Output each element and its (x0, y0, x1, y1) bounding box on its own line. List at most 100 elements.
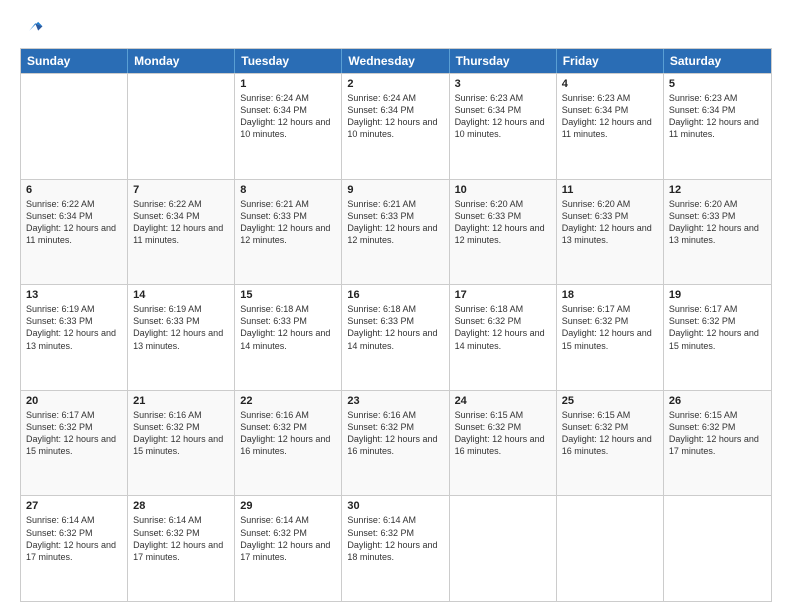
calendar-row: 1 Sunrise: 6:24 AM Sunset: 6:34 PM Daylig… (21, 73, 771, 179)
calendar-header-cell: Thursday (450, 49, 557, 73)
cell-info: Sunrise: 6:16 AM Sunset: 6:32 PM Dayligh… (240, 409, 336, 458)
cell-info: Sunrise: 6:23 AM Sunset: 6:34 PM Dayligh… (669, 92, 766, 141)
cell-day-number: 10 (455, 184, 551, 196)
calendar-cell: 25 Sunrise: 6:15 AM Sunset: 6:32 PM Dayli… (557, 391, 664, 496)
calendar-cell (450, 496, 557, 601)
calendar-header-cell: Friday (557, 49, 664, 73)
cell-day-number: 27 (26, 500, 122, 512)
cell-info: Sunrise: 6:23 AM Sunset: 6:34 PM Dayligh… (562, 92, 658, 141)
calendar-row: 13 Sunrise: 6:19 AM Sunset: 6:33 PM Dayli… (21, 284, 771, 390)
calendar-cell: 4 Sunrise: 6:23 AM Sunset: 6:34 PM Daylig… (557, 74, 664, 179)
cell-info: Sunrise: 6:17 AM Sunset: 6:32 PM Dayligh… (669, 303, 766, 352)
cell-info: Sunrise: 6:21 AM Sunset: 6:33 PM Dayligh… (240, 198, 336, 247)
page: SundayMondayTuesdayWednesdayThursdayFrid… (0, 0, 792, 612)
calendar-cell: 26Sunrise: 6:15 AM Sunset: 6:32 PM Dayli… (664, 391, 771, 496)
calendar-cell: 3Sunrise: 6:23 AM Sunset: 6:34 PM Daylig… (450, 74, 557, 179)
calendar-cell (557, 496, 664, 601)
calendar-cell: 13 Sunrise: 6:19 AM Sunset: 6:33 PM Dayli… (21, 285, 128, 390)
calendar-cell: 19 Sunrise: 6:17 AM Sunset: 6:32 PM Dayli… (664, 285, 771, 390)
cell-info: Sunrise: 6:20 AM Sunset: 6:33 PM Dayligh… (455, 198, 551, 247)
calendar-body: 1 Sunrise: 6:24 AM Sunset: 6:34 PM Daylig… (21, 73, 771, 601)
logo (20, 16, 44, 38)
cell-day-number: 19 (669, 289, 766, 301)
cell-day-number: 25 (562, 395, 658, 407)
calendar-cell: 27 Sunrise: 6:14 AM Sunset: 6:32 PM Dayli… (21, 496, 128, 601)
calendar-cell: 5 Sunrise: 6:23 AM Sunset: 6:34 PM Daylig… (664, 74, 771, 179)
cell-day-number: 17 (455, 289, 551, 301)
cell-day-number: 9 (347, 184, 443, 196)
cell-info: Sunrise: 6:14 AM Sunset: 6:32 PM Dayligh… (26, 514, 122, 563)
cell-day-number: 4 (562, 78, 658, 90)
calendar-cell: 20Sunrise: 6:17 AM Sunset: 6:32 PM Dayli… (21, 391, 128, 496)
cell-info: Sunrise: 6:21 AM Sunset: 6:33 PM Dayligh… (347, 198, 443, 247)
cell-day-number: 2 (347, 78, 443, 90)
calendar-cell: 1 Sunrise: 6:24 AM Sunset: 6:34 PM Daylig… (235, 74, 342, 179)
cell-day-number: 16 (347, 289, 443, 301)
cell-day-number: 15 (240, 289, 336, 301)
calendar-cell: 30Sunrise: 6:14 AM Sunset: 6:32 PM Dayli… (342, 496, 449, 601)
calendar-cell: 21Sunrise: 6:16 AM Sunset: 6:32 PM Dayli… (128, 391, 235, 496)
calendar-cell: 28 Sunrise: 6:14 AM Sunset: 6:32 PM Dayli… (128, 496, 235, 601)
calendar-cell: 17Sunrise: 6:18 AM Sunset: 6:32 PM Dayli… (450, 285, 557, 390)
cell-info: Sunrise: 6:22 AM Sunset: 6:34 PM Dayligh… (133, 198, 229, 247)
cell-day-number: 30 (347, 500, 443, 512)
calendar-cell: 22Sunrise: 6:16 AM Sunset: 6:32 PM Dayli… (235, 391, 342, 496)
cell-info: Sunrise: 6:15 AM Sunset: 6:32 PM Dayligh… (455, 409, 551, 458)
cell-day-number: 5 (669, 78, 766, 90)
cell-info: Sunrise: 6:24 AM Sunset: 6:34 PM Dayligh… (347, 92, 443, 141)
cell-info: Sunrise: 6:14 AM Sunset: 6:32 PM Dayligh… (240, 514, 336, 563)
calendar: SundayMondayTuesdayWednesdayThursdayFrid… (20, 48, 772, 602)
calendar-header-cell: Tuesday (235, 49, 342, 73)
calendar-cell: 29 Sunrise: 6:14 AM Sunset: 6:32 PM Dayli… (235, 496, 342, 601)
cell-info: Sunrise: 6:16 AM Sunset: 6:32 PM Dayligh… (347, 409, 443, 458)
calendar-row: 27 Sunrise: 6:14 AM Sunset: 6:32 PM Dayli… (21, 495, 771, 601)
cell-day-number: 11 (562, 184, 658, 196)
cell-info: Sunrise: 6:15 AM Sunset: 6:32 PM Dayligh… (562, 409, 658, 458)
calendar-header-row: SundayMondayTuesdayWednesdayThursdayFrid… (21, 49, 771, 73)
cell-info: Sunrise: 6:19 AM Sunset: 6:33 PM Dayligh… (26, 303, 122, 352)
calendar-cell: 18 Sunrise: 6:17 AM Sunset: 6:32 PM Dayli… (557, 285, 664, 390)
calendar-row: 6 Sunrise: 6:22 AM Sunset: 6:34 PM Daylig… (21, 179, 771, 285)
calendar-cell: 8 Sunrise: 6:21 AM Sunset: 6:33 PM Daylig… (235, 180, 342, 285)
cell-info: Sunrise: 6:24 AM Sunset: 6:34 PM Dayligh… (240, 92, 336, 141)
logo-bird-icon (22, 16, 44, 38)
cell-day-number: 29 (240, 500, 336, 512)
cell-day-number: 8 (240, 184, 336, 196)
cell-day-number: 12 (669, 184, 766, 196)
calendar-cell (664, 496, 771, 601)
cell-day-number: 14 (133, 289, 229, 301)
cell-day-number: 21 (133, 395, 229, 407)
calendar-cell: 11 Sunrise: 6:20 AM Sunset: 6:33 PM Dayli… (557, 180, 664, 285)
calendar-header-cell: Sunday (21, 49, 128, 73)
calendar-cell (128, 74, 235, 179)
calendar-row: 20Sunrise: 6:17 AM Sunset: 6:32 PM Dayli… (21, 390, 771, 496)
calendar-cell: 16 Sunrise: 6:18 AM Sunset: 6:33 PM Dayli… (342, 285, 449, 390)
cell-day-number: 18 (562, 289, 658, 301)
cell-info: Sunrise: 6:18 AM Sunset: 6:33 PM Dayligh… (240, 303, 336, 352)
calendar-cell: 12Sunrise: 6:20 AM Sunset: 6:33 PM Dayli… (664, 180, 771, 285)
calendar-cell (21, 74, 128, 179)
cell-info: Sunrise: 6:18 AM Sunset: 6:33 PM Dayligh… (347, 303, 443, 352)
cell-info: Sunrise: 6:22 AM Sunset: 6:34 PM Dayligh… (26, 198, 122, 247)
cell-day-number: 1 (240, 78, 336, 90)
calendar-cell: 15 Sunrise: 6:18 AM Sunset: 6:33 PM Dayli… (235, 285, 342, 390)
cell-day-number: 28 (133, 500, 229, 512)
cell-day-number: 3 (455, 78, 551, 90)
calendar-cell: 9 Sunrise: 6:21 AM Sunset: 6:33 PM Daylig… (342, 180, 449, 285)
cell-day-number: 13 (26, 289, 122, 301)
logo-text (20, 16, 44, 38)
cell-day-number: 24 (455, 395, 551, 407)
calendar-header-cell: Monday (128, 49, 235, 73)
cell-info: Sunrise: 6:20 AM Sunset: 6:33 PM Dayligh… (562, 198, 658, 247)
cell-info: Sunrise: 6:17 AM Sunset: 6:32 PM Dayligh… (562, 303, 658, 352)
calendar-cell: 10 Sunrise: 6:20 AM Sunset: 6:33 PM Dayli… (450, 180, 557, 285)
cell-day-number: 23 (347, 395, 443, 407)
calendar-cell: 24 Sunrise: 6:15 AM Sunset: 6:32 PM Dayli… (450, 391, 557, 496)
calendar-header-cell: Wednesday (342, 49, 449, 73)
cell-info: Sunrise: 6:17 AM Sunset: 6:32 PM Dayligh… (26, 409, 122, 458)
cell-info: Sunrise: 6:19 AM Sunset: 6:33 PM Dayligh… (133, 303, 229, 352)
cell-info: Sunrise: 6:14 AM Sunset: 6:32 PM Dayligh… (133, 514, 229, 563)
cell-day-number: 6 (26, 184, 122, 196)
calendar-cell: 7Sunrise: 6:22 AM Sunset: 6:34 PM Daylig… (128, 180, 235, 285)
cell-info: Sunrise: 6:15 AM Sunset: 6:32 PM Dayligh… (669, 409, 766, 458)
